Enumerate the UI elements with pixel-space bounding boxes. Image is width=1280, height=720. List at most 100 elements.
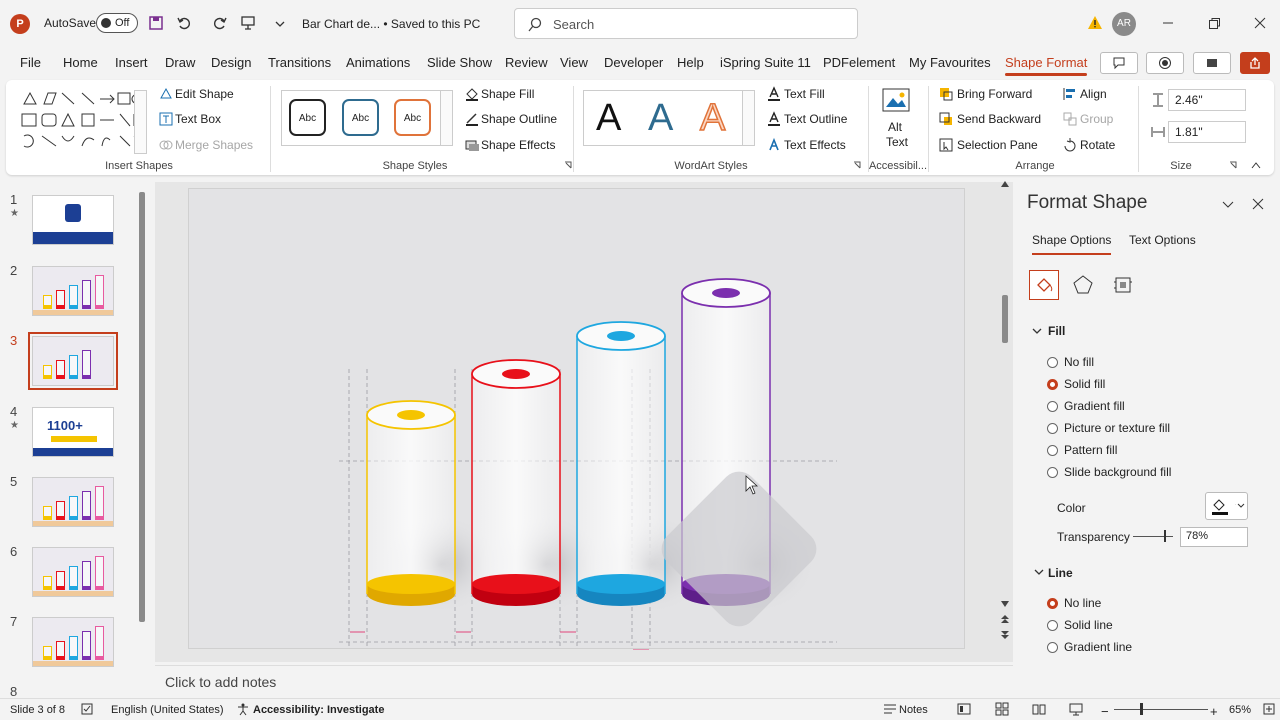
effects-pentagon-icon[interactable]	[1072, 274, 1094, 296]
tab-my-favourites[interactable]: My Favourites	[909, 55, 991, 70]
cylinder-bar[interactable]	[471, 359, 561, 606]
line-section-header[interactable]: Line	[1048, 566, 1073, 580]
normal-view-icon[interactable]	[957, 702, 971, 716]
radio-button[interactable]	[1047, 401, 1058, 412]
radio-option-label[interactable]: No fill	[1064, 355, 1094, 369]
slide-thumbnail[interactable]	[32, 477, 114, 527]
slide-thumbnail[interactable]	[32, 617, 114, 667]
tab-review[interactable]: Review	[505, 55, 548, 70]
tab-animations[interactable]: Animations	[346, 55, 410, 70]
slide-thumbnail[interactable]	[28, 332, 118, 390]
radio-button[interactable]	[1047, 379, 1058, 390]
radio-option-label[interactable]: Slide background fill	[1064, 465, 1171, 479]
tab-insert[interactable]: Insert	[115, 55, 148, 70]
customize-toolbar-icon[interactable]	[272, 16, 288, 32]
zoom-slider[interactable]	[1114, 709, 1208, 710]
wordart-style-2[interactable]: A	[648, 97, 673, 140]
slide-thumbnail[interactable]	[32, 195, 114, 245]
alt-text-label-2[interactable]: Text	[886, 135, 908, 149]
zoom-out-button[interactable]: −	[1101, 704, 1109, 719]
cylinder-bar[interactable]	[576, 321, 666, 606]
slide-thumbnail[interactable]	[32, 266, 114, 316]
slide-show-view-icon[interactable]	[1069, 702, 1083, 716]
tab-text-options[interactable]: Text Options	[1129, 233, 1196, 247]
tab-home[interactable]: Home	[63, 55, 98, 70]
text-box-button[interactable]: Text Box	[175, 112, 221, 126]
fill-section-header[interactable]: Fill	[1048, 324, 1065, 338]
selection-pane-button[interactable]: Selection Pane	[957, 138, 1038, 152]
tab-design[interactable]: Design	[211, 55, 251, 70]
shape-width-input[interactable]: 1.81"	[1168, 121, 1246, 143]
tab-view[interactable]: View	[560, 55, 588, 70]
shape-style-1[interactable]: Abc	[289, 99, 326, 136]
transparency-slider[interactable]	[1133, 536, 1173, 537]
tab-pdfelement[interactable]: PDFelement	[823, 55, 895, 70]
redo-icon[interactable]	[212, 15, 228, 31]
radio-option-label[interactable]: Gradient fill	[1064, 399, 1125, 413]
radio-option-label[interactable]: Pattern fill	[1064, 443, 1117, 457]
close-icon[interactable]	[1252, 15, 1268, 31]
reading-view-icon[interactable]	[1032, 702, 1046, 716]
radio-option-label[interactable]: Gradient line	[1064, 640, 1132, 654]
color-picker-button[interactable]	[1205, 492, 1248, 520]
editor-scrollbar[interactable]	[1002, 295, 1008, 343]
spelling-check-icon[interactable]	[80, 702, 94, 716]
tab-developer[interactable]: Developer	[604, 55, 663, 70]
shape-outline-button[interactable]: Shape Outline	[481, 112, 557, 126]
dialog-launcher-icon[interactable]	[563, 160, 573, 170]
notes-area[interactable]	[155, 665, 1013, 697]
line-collapse-chevron-icon[interactable]	[1034, 567, 1044, 577]
radio-button[interactable]	[1047, 620, 1058, 631]
group-button[interactable]: Group	[1080, 112, 1113, 126]
radio-option-label[interactable]: Picture or texture fill	[1064, 421, 1170, 435]
search-input[interactable]: Search	[514, 8, 858, 39]
shape-fill-button[interactable]: Shape Fill	[481, 87, 534, 101]
close-pane-icon[interactable]	[1250, 196, 1266, 212]
present-from-start-icon[interactable]	[240, 15, 256, 31]
comments-button[interactable]	[1100, 52, 1138, 74]
accessibility-status[interactable]: Accessibility: Investigate	[253, 704, 384, 716]
cylinder-bar[interactable]	[366, 400, 456, 606]
scroll-down-icon[interactable]	[1000, 600, 1010, 608]
dialog-launcher-icon[interactable]	[852, 160, 862, 170]
record-button[interactable]	[1146, 52, 1184, 74]
zoom-slider-thumb[interactable]	[1140, 703, 1143, 715]
next-slide-icon[interactable]	[1000, 630, 1010, 640]
collapse-ribbon-icon[interactable]	[1250, 160, 1262, 170]
slide-canvas[interactable]	[188, 188, 965, 651]
shape-styles-scroll[interactable]	[440, 90, 453, 146]
radio-option-label[interactable]: Solid fill	[1064, 377, 1105, 391]
language-status[interactable]: English (United States)	[111, 704, 224, 716]
undo-icon[interactable]	[176, 15, 192, 31]
tab-shape-options[interactable]: Shape Options	[1032, 233, 1112, 255]
wordart-style-1[interactable]: A	[596, 97, 621, 140]
tab-draw[interactable]: Draw	[165, 55, 195, 70]
shape-style-3[interactable]: Abc	[394, 99, 431, 136]
shape-effects-button[interactable]: Shape Effects	[481, 138, 556, 152]
zoom-level[interactable]: 65%	[1229, 704, 1251, 716]
size-properties-icon[interactable]	[1112, 274, 1134, 296]
merge-shapes-button[interactable]: Merge Shapes	[175, 138, 253, 152]
restore-icon[interactable]	[1206, 15, 1222, 31]
transparency-slider-thumb[interactable]	[1164, 530, 1167, 542]
present-teams-button[interactable]	[1193, 52, 1231, 74]
avatar[interactable]: AR	[1112, 12, 1136, 36]
fill-line-tab[interactable]	[1029, 270, 1059, 300]
send-backward-button[interactable]: Send Backward	[957, 112, 1041, 126]
shapes-gallery-scroll[interactable]	[134, 90, 147, 154]
shape-height-input[interactable]: 2.46"	[1168, 89, 1246, 111]
save-icon[interactable]	[148, 15, 164, 31]
bring-forward-button[interactable]: Bring Forward	[957, 87, 1032, 101]
shapes-gallery[interactable]	[20, 90, 148, 154]
notes-button[interactable]: Notes	[899, 704, 928, 716]
slide-thumbnail[interactable]	[32, 547, 114, 597]
radio-button[interactable]	[1047, 598, 1058, 609]
wordart-gallery-scroll[interactable]	[742, 90, 755, 146]
autosave-toggle[interactable]: Off	[96, 13, 138, 33]
tab-transitions[interactable]: Transitions	[268, 55, 331, 70]
previous-slide-icon[interactable]	[1000, 614, 1010, 624]
document-title[interactable]: Bar Chart de... • Saved to this PC	[302, 17, 480, 31]
thumbnails-scrollbar[interactable]	[139, 192, 145, 622]
text-fill-button[interactable]: Text Fill	[784, 87, 825, 101]
warning-icon[interactable]	[1087, 15, 1103, 31]
